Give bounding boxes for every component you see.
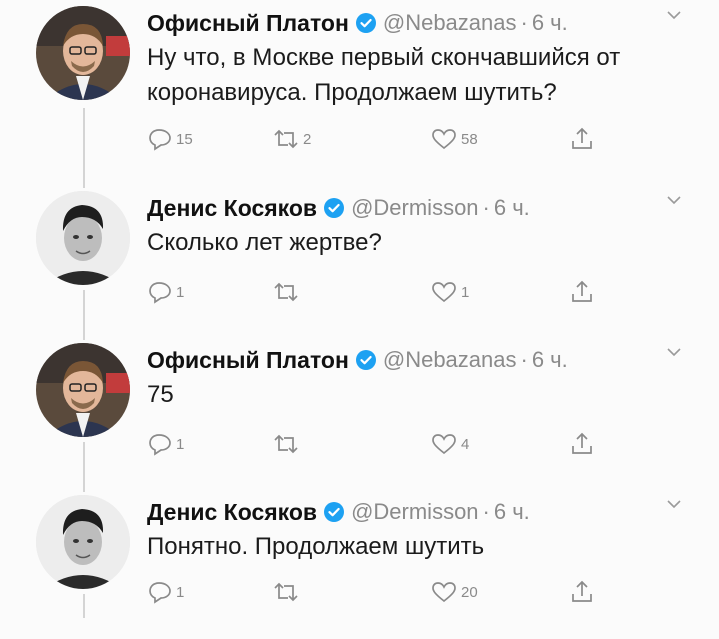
verified-badge-icon (323, 197, 345, 219)
author-handle[interactable]: @Nebazanas (383, 347, 517, 373)
reply-count: 1 (176, 435, 185, 453)
retweet-icon (272, 432, 300, 456)
tweet[interactable]: Офисный Платон @Nebazanas · 6 ч. 75 1 4 (0, 337, 719, 487)
share-icon (569, 126, 595, 152)
tweet[interactable]: Денис Косяков @Dermisson · 6 ч. Сколько … (0, 185, 719, 335)
avatar[interactable] (36, 191, 130, 285)
author-name[interactable]: Денис Косяков (147, 499, 317, 526)
tweet-actions: 1 1 (147, 277, 617, 307)
tweet-actions: 15 2 58 (147, 124, 617, 154)
retweet-icon (272, 280, 300, 304)
reply-icon (147, 580, 173, 604)
like-button[interactable]: 4 (430, 429, 469, 459)
like-button[interactable]: 1 (430, 277, 469, 307)
verified-badge-icon (355, 349, 377, 371)
retweet-icon (272, 127, 300, 151)
tweet-header: Офисный Платон @Nebazanas · 6 ч. (147, 343, 568, 377)
author-handle[interactable]: @Nebazanas (383, 10, 517, 36)
reply-button[interactable]: 1 (147, 577, 184, 607)
tweet[interactable]: Офисный Платон @Nebazanas · 6 ч. Ну что,… (0, 0, 719, 151)
chevron-down-icon[interactable] (665, 8, 683, 22)
reply-icon (147, 280, 173, 304)
tweet-actions: 1 20 (147, 577, 617, 607)
reply-count: 15 (176, 130, 193, 148)
avatar[interactable] (36, 343, 130, 437)
verified-badge-icon (323, 501, 345, 523)
separator-dot: · (520, 10, 528, 35)
reply-count: 1 (176, 283, 185, 301)
like-count: 4 (461, 435, 470, 453)
share-icon (569, 279, 595, 305)
like-count: 1 (461, 283, 470, 301)
reply-icon (147, 432, 173, 456)
timestamp[interactable]: 6 ч. (532, 10, 568, 36)
author-name[interactable]: Офисный Платон (147, 347, 349, 374)
share-icon (569, 431, 595, 457)
retweet-button[interactable] (272, 277, 303, 307)
retweet-button[interactable]: 2 (272, 124, 311, 154)
retweet-count: 2 (303, 130, 312, 148)
share-button[interactable] (569, 277, 595, 307)
tweet[interactable]: Денис Косяков @Dermisson · 6 ч. Понятно.… (0, 489, 719, 639)
reply-button[interactable]: 15 (147, 124, 193, 154)
heart-icon (430, 127, 458, 151)
author-handle[interactable]: @Dermisson (351, 499, 478, 525)
verified-badge-icon (355, 12, 377, 34)
timestamp[interactable]: 6 ч. (494, 499, 530, 525)
reply-button[interactable]: 1 (147, 429, 184, 459)
chevron-down-icon[interactable] (665, 497, 683, 511)
avatar[interactable] (36, 6, 130, 100)
separator-dot: · (482, 195, 490, 220)
reply-count: 1 (176, 583, 185, 601)
retweet-icon (272, 580, 300, 604)
chevron-down-icon[interactable] (665, 193, 683, 207)
heart-icon (430, 280, 458, 304)
author-name[interactable]: Офисный Платон (147, 10, 349, 37)
timestamp[interactable]: 6 ч. (494, 195, 530, 221)
separator-dot: · (482, 499, 490, 524)
heart-icon (430, 580, 458, 604)
share-button[interactable] (569, 429, 595, 459)
author-handle[interactable]: @Dermisson (351, 195, 478, 221)
timestamp[interactable]: 6 ч. (532, 347, 568, 373)
share-icon (569, 579, 595, 605)
retweet-button[interactable] (272, 577, 303, 607)
tweet-actions: 1 4 (147, 429, 617, 459)
like-count: 58 (461, 130, 478, 148)
author-name[interactable]: Денис Косяков (147, 195, 317, 222)
chevron-down-icon[interactable] (665, 345, 683, 359)
share-button[interactable] (569, 577, 595, 607)
share-button[interactable] (569, 124, 595, 154)
tweet-text: Сколько лет жертве? (147, 229, 382, 256)
avatar[interactable] (36, 495, 130, 589)
tweet-header: Денис Косяков @Dermisson · 6 ч. (147, 191, 530, 225)
tweet-text: Понятно. Продолжаем шутить (147, 533, 485, 560)
tweet-text: Ну что, в Москве первый скончавшийся от … (147, 44, 621, 106)
heart-icon (430, 432, 458, 456)
like-button[interactable]: 20 (430, 577, 478, 607)
like-count: 20 (461, 583, 478, 601)
reply-button[interactable]: 1 (147, 277, 184, 307)
tweet-header: Офисный Платон @Nebazanas · 6 ч. (147, 6, 568, 40)
separator-dot: · (520, 347, 528, 372)
tweet-header: Денис Косяков @Dermisson · 6 ч. (147, 495, 530, 529)
tweet-text: 75 (147, 381, 174, 408)
like-button[interactable]: 58 (430, 124, 478, 154)
reply-icon (147, 127, 173, 151)
retweet-button[interactable] (272, 429, 303, 459)
